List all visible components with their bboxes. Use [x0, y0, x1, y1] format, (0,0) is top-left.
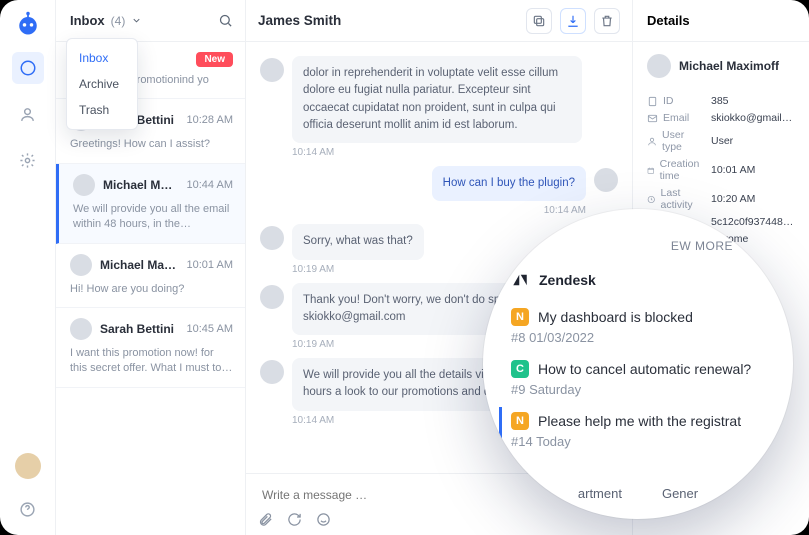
- thread-name: Michael Maximoff: [103, 178, 179, 192]
- emoji-icon[interactable]: [316, 512, 331, 527]
- nav-settings[interactable]: [12, 144, 44, 176]
- thread-name: Michael Maximoff: [100, 258, 179, 272]
- tab-department[interactable]: artment: [578, 486, 622, 501]
- inbox-folder-menu: Inbox Archive Trash: [66, 38, 138, 130]
- nav-users[interactable]: [12, 98, 44, 130]
- thread-time: 10:01 AM: [187, 259, 233, 271]
- chevron-down-icon[interactable]: [131, 15, 142, 26]
- message-time: 10:14 AM: [292, 205, 586, 216]
- ticket-status-badge: N: [511, 308, 529, 326]
- avatar: [594, 168, 618, 192]
- avatar: [70, 254, 92, 276]
- nav-help[interactable]: [12, 493, 44, 525]
- thread-preview: Hi! How are you doing?: [70, 282, 233, 297]
- thread-time: 10:44 AM: [187, 179, 233, 191]
- thread-item[interactable]: Sarah Bettini 10:45 AM I want this promo…: [56, 308, 245, 388]
- thread-preview: We will provide you all the email within…: [73, 202, 233, 233]
- message-time: 10:14 AM: [292, 147, 618, 158]
- inbox-column: Inbox (4) Inbox Archive Trash sa Satta N…: [56, 0, 246, 535]
- thread-time: 10:28 AM: [187, 114, 233, 126]
- new-badge: New: [196, 52, 233, 67]
- ticket-title: Please help me with the registrat: [538, 413, 741, 429]
- zendesk-icon: [511, 271, 529, 289]
- thread-name: Sarah Bettini: [100, 322, 179, 336]
- ticket-title: My dashboard is blocked: [538, 309, 693, 325]
- ticket-meta: #9 Saturday: [511, 382, 775, 397]
- avatar: [260, 285, 284, 309]
- thread-item[interactable]: Michael Maximoff 10:01 AM Hi! How are yo…: [56, 244, 245, 308]
- chat-title: James Smith: [258, 13, 518, 28]
- ticket-meta: #14 Today: [511, 434, 775, 449]
- ticket-status-badge: C: [511, 360, 529, 378]
- integration-name: Zendesk: [539, 272, 596, 288]
- inbox-title[interactable]: Inbox: [70, 13, 105, 28]
- current-user-avatar[interactable]: [15, 453, 41, 479]
- folder-archive[interactable]: Archive: [67, 71, 137, 97]
- ticket-item[interactable]: N Please help me with the registrat #14 T…: [499, 407, 775, 459]
- message-bubble: How can I buy the plugin?: [432, 166, 586, 201]
- ticket-meta: #8 01/03/2022: [511, 330, 775, 345]
- saved-reply-icon[interactable]: [287, 512, 302, 527]
- app-logo: [14, 10, 42, 38]
- avatar: [73, 174, 95, 196]
- avatar: [260, 58, 284, 82]
- copy-button[interactable]: [526, 8, 552, 34]
- ticket-item[interactable]: C How to cancel automatic renewal? #9 Sat…: [511, 355, 775, 407]
- avatar: [647, 54, 671, 78]
- tab-general[interactable]: Gener: [662, 486, 698, 501]
- download-button[interactable]: [560, 8, 586, 34]
- inbox-count: (4): [111, 14, 126, 28]
- nav-chat[interactable]: [12, 52, 44, 84]
- details-title: Details: [633, 0, 809, 42]
- thread-preview: I want this promotion now! for this secr…: [70, 346, 233, 377]
- avatar: [260, 360, 284, 384]
- ticket-status-badge: N: [511, 412, 529, 430]
- message-bubble: dolor in reprehenderit in voluptate veli…: [292, 56, 582, 143]
- folder-inbox[interactable]: Inbox: [67, 45, 137, 71]
- thread-time: 10:45 AM: [187, 323, 233, 335]
- message-bubble: Sorry, what was that?: [292, 224, 424, 259]
- details-name: Michael Maximoff: [679, 59, 779, 73]
- thread-item[interactable]: Michael Maximoff 10:44 AM We will provid…: [56, 164, 245, 244]
- attach-icon[interactable]: [258, 512, 273, 527]
- delete-button[interactable]: [594, 8, 620, 34]
- folder-trash[interactable]: Trash: [67, 97, 137, 123]
- avatar: [260, 226, 284, 250]
- nav-rail: [0, 0, 56, 535]
- avatar: [70, 318, 92, 340]
- ticket-item[interactable]: N My dashboard is blocked #8 01/03/2022: [511, 303, 775, 355]
- search-icon[interactable]: [218, 13, 233, 28]
- thread-preview: Greetings! How can I assist?: [70, 137, 233, 152]
- ticket-title: How to cancel automatic renewal?: [538, 361, 751, 377]
- zendesk-lens: EW MORE Zendesk NMy dashboard is blocked…: [483, 209, 793, 519]
